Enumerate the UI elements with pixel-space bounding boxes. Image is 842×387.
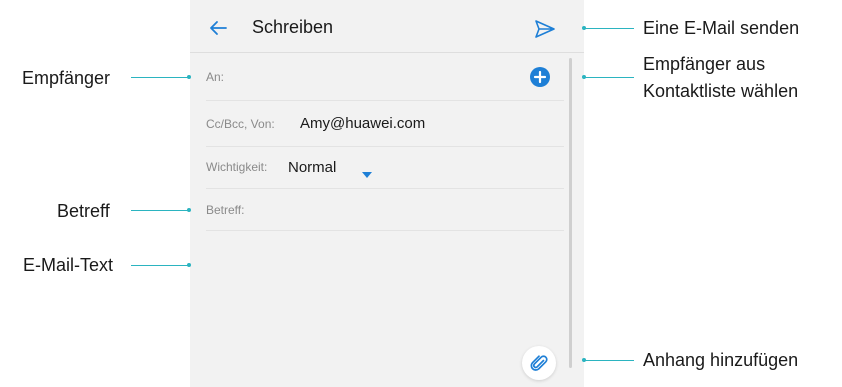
callout-send: Eine E-Mail senden — [643, 18, 800, 38]
arrow-left-icon[interactable] — [206, 16, 230, 40]
to-label: An: — [206, 70, 225, 84]
callout-subject: Betreff — [57, 201, 110, 221]
callout-contacts-line1: Empfänger aus — [643, 54, 766, 74]
callout-body: E-Mail-Text — [23, 255, 114, 275]
recipient-leader — [131, 77, 189, 78]
attach-leader — [584, 360, 634, 361]
send-leader — [584, 28, 634, 29]
subject-leader-dot — [187, 208, 191, 212]
email-body-input[interactable] — [206, 231, 556, 361]
cc-label: Cc/Bcc, Von: — [206, 117, 275, 131]
compose-screen: Schreiben An: Cc/Bcc, Von: Amy@huawei.co… — [190, 0, 584, 387]
contacts-leader — [584, 77, 634, 78]
attach-button[interactable] — [522, 346, 556, 380]
to-field[interactable]: An: — [206, 52, 564, 101]
cc-from-field[interactable]: Cc/Bcc, Von: Amy@huawei.com — [206, 100, 564, 147]
recipient-leader-dot — [187, 75, 191, 79]
body-leader — [131, 265, 189, 266]
body-leader-dot — [187, 263, 191, 267]
priority-field[interactable]: Wichtigkeit: Normal — [206, 146, 564, 189]
callout-contacts-line2: Kontaktliste wählen — [643, 81, 799, 101]
paperclip-icon — [530, 355, 548, 371]
page-title: Schreiben — [252, 17, 334, 37]
app-bar: Schreiben — [190, 0, 584, 53]
subject-leader — [131, 210, 189, 211]
sender-address: Amy@huawei.com — [300, 115, 426, 132]
subject-label: Betreff: — [206, 203, 245, 217]
subject-field[interactable]: Betreff: — [206, 188, 564, 231]
scrollbar[interactable] — [569, 58, 572, 368]
caret-down-icon[interactable] — [362, 165, 372, 178]
priority-label: Wichtigkeit: — [206, 160, 268, 174]
priority-value: Normal — [288, 159, 337, 176]
send-icon[interactable] — [534, 19, 556, 39]
callout-attach: Anhang hinzufügen — [643, 350, 799, 370]
callout-recipient: Empfänger — [22, 68, 111, 88]
plus-circle-icon[interactable] — [530, 67, 550, 87]
figure: Schreiben An: Cc/Bcc, Von: Amy@huawei.co… — [0, 0, 842, 387]
